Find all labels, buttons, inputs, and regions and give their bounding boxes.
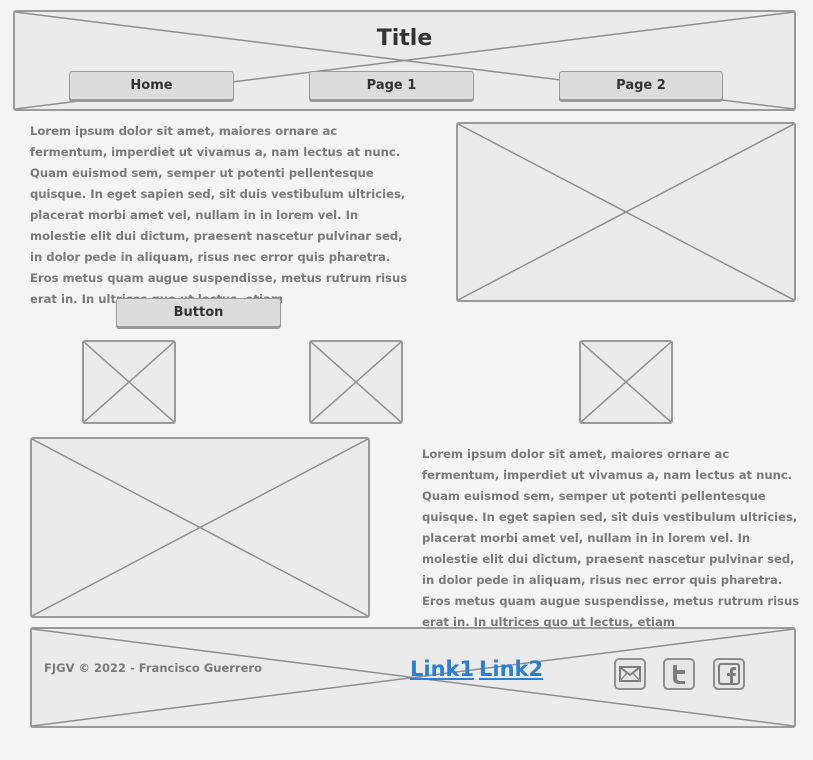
primary-button[interactable]: Button: [116, 298, 281, 327]
feature-image-placeholder: [30, 437, 370, 618]
image-placeholder-cross: [84, 342, 174, 422]
footer-link-2[interactable]: Link2: [479, 657, 543, 681]
nav-page2-button[interactable]: Page 2: [559, 71, 723, 100]
mail-icon[interactable]: [614, 658, 646, 690]
image-placeholder-cross: [311, 342, 401, 422]
footer-banner: FJGV © 2022 - Francisco Guerrero Link1 L…: [30, 627, 796, 728]
hero-image-placeholder: [456, 122, 796, 302]
image-placeholder-cross: [458, 124, 794, 300]
nav-page1-button[interactable]: Page 1: [309, 71, 474, 100]
copyright-text: FJGV © 2022 - Francisco Guerrero: [44, 661, 262, 675]
twitter-icon[interactable]: [663, 658, 695, 690]
image-placeholder-cross: [32, 439, 368, 616]
thumbnail-image-1: [82, 340, 176, 424]
intro-paragraph: Lorem ipsum dolor sit amet, maiores orna…: [30, 124, 408, 306]
nav-home-button[interactable]: Home: [69, 71, 234, 100]
footer-link-1[interactable]: Link1: [410, 657, 474, 681]
facebook-icon[interactable]: [713, 658, 745, 690]
header-banner: Title Home Page 1 Page 2: [13, 10, 796, 111]
feature-paragraph: Lorem ipsum dolor sit amet, maiores orna…: [422, 447, 800, 629]
thumbnail-image-2: [309, 340, 403, 424]
image-placeholder-cross: [581, 342, 671, 422]
page-title: Title: [376, 26, 433, 51]
thumbnail-image-3: [579, 340, 673, 424]
